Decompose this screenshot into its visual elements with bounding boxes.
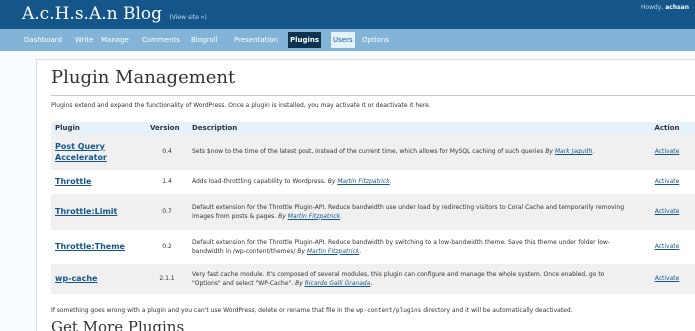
activate-link[interactable]: Activate bbox=[655, 208, 680, 215]
author-link[interactable]: Ricardo Galli Granada bbox=[305, 280, 371, 287]
author-link[interactable]: Mark Jaquith bbox=[555, 148, 593, 155]
activate-link[interactable]: Activate bbox=[655, 178, 680, 185]
plugin-description: Default extension for the Throttle Plugi… bbox=[188, 193, 638, 231]
description-text: Default extension for the Throttle Plugi… bbox=[192, 203, 625, 220]
menu-item-comments[interactable]: Comments bbox=[140, 32, 182, 48]
column-header-description: Description bbox=[188, 122, 638, 134]
plugin-action: Activate bbox=[638, 134, 695, 171]
column-header-version: Version bbox=[146, 122, 188, 134]
table-row: Throttle 1.4 Adds load-throttling capabi… bbox=[51, 170, 695, 194]
user-greeting: Howdy, achsan bbox=[641, 4, 689, 11]
admin-menu: Dashboard Write Manage Comments Blogroll… bbox=[0, 29, 695, 51]
menu-item-manage[interactable]: Manage bbox=[99, 32, 131, 48]
table-row: Post Query Accelerator 0.4 Sets $now to … bbox=[51, 134, 695, 171]
howdy-text: Howdy, bbox=[640, 4, 664, 11]
description-text: Default extension for the Throttle Plugi… bbox=[192, 238, 610, 255]
title-divider bbox=[51, 95, 695, 96]
plugins-directory-path: wp-content/plugins bbox=[356, 307, 422, 314]
note-text-before: If something goes wrong with a plugin an… bbox=[51, 307, 355, 314]
plugin-version: 0.4 bbox=[146, 134, 188, 171]
table-row: wp-cache 2.1.1 Very fast cache module. I… bbox=[51, 263, 695, 295]
menu-item-blogroll[interactable]: Blogroll bbox=[189, 32, 219, 48]
plugin-version: 0.2 bbox=[146, 230, 188, 264]
plugin-version: 1.4 bbox=[146, 170, 188, 194]
author-end: . bbox=[370, 279, 373, 287]
plugin-name: Post Query Accelerator bbox=[51, 134, 146, 171]
author-end: . bbox=[389, 178, 392, 185]
description-text: Sets $now to the time of the latest post… bbox=[192, 148, 544, 156]
column-header-action: Action bbox=[638, 122, 695, 134]
plugin-name: Throttle:Theme bbox=[51, 230, 146, 264]
author-link[interactable]: Martin Fitzpatrick bbox=[337, 178, 389, 185]
column-header-plugin: Plugin bbox=[51, 122, 146, 134]
plugin-description: Default extension for the Throttle Plugi… bbox=[188, 230, 638, 264]
page-title: Plugin Management bbox=[51, 67, 236, 88]
main-area: Plugin Management Plugins extend and exp… bbox=[0, 51, 695, 331]
blog-title-text: A.c.H.s.A.n Blog bbox=[22, 4, 163, 24]
menu-item-options[interactable]: Options bbox=[360, 32, 391, 48]
plugin-name: wp-cache bbox=[51, 263, 146, 295]
author-end: . bbox=[592, 148, 595, 156]
plugin-version: 0.7 bbox=[146, 193, 188, 231]
plugin-description: Adds load-throttling capability to Wordp… bbox=[188, 170, 638, 194]
plugin-description: Very fast cache module. It's composed of… bbox=[188, 263, 638, 295]
plugins-table: Plugin Version Description Action Post Q… bbox=[51, 122, 695, 295]
activate-link[interactable]: Activate bbox=[655, 148, 680, 155]
author-end: . bbox=[340, 212, 343, 220]
activate-link[interactable]: Activate bbox=[655, 243, 680, 250]
intro-text: Plugins extend and expand the functional… bbox=[51, 102, 431, 109]
by-label: By bbox=[297, 247, 305, 255]
description-text: Very fast cache module. It's composed of… bbox=[192, 270, 605, 287]
plugin-action: Activate bbox=[638, 230, 695, 264]
menu-item-users[interactable]: Users bbox=[331, 32, 355, 48]
menu-item-dashboard[interactable]: Dashboard bbox=[22, 32, 64, 48]
by-label: By bbox=[545, 148, 553, 156]
note-text-after: directory and it will be automatically d… bbox=[423, 307, 573, 314]
author-end: . bbox=[359, 247, 362, 255]
plugin-action: Activate bbox=[638, 263, 695, 295]
plugin-version: 2.1.1 bbox=[146, 263, 188, 295]
menu-item-plugins[interactable]: Plugins bbox=[288, 32, 322, 48]
plugin-name: Throttle:Limit bbox=[51, 193, 146, 231]
menu-item-presentation[interactable]: Presentation bbox=[232, 32, 280, 48]
get-more-plugins-heading: Get More Plugins bbox=[51, 318, 185, 331]
plugin-description: Sets $now to the time of the latest post… bbox=[188, 134, 638, 171]
blog-title: A.c.H.s.A.n Blog (View site ») bbox=[22, 4, 207, 24]
table-row: Throttle:Limit 0.7 Default extension for… bbox=[51, 193, 695, 231]
admin-header: A.c.H.s.A.n Blog (View site ») Howdy, ac… bbox=[0, 0, 695, 29]
activate-link[interactable]: Activate bbox=[655, 275, 680, 282]
author-link[interactable]: Martin Fitzpatrick bbox=[288, 213, 340, 220]
table-header-row: Plugin Version Description Action bbox=[51, 122, 695, 134]
table-row: Throttle:Theme 0.2 Default extension for… bbox=[51, 230, 695, 264]
menu-item-write[interactable]: Write bbox=[73, 32, 95, 48]
username-link[interactable]: achsan bbox=[665, 4, 689, 11]
author-link[interactable]: Martin Fitzpatrick bbox=[307, 248, 359, 255]
plugin-action: Activate bbox=[638, 170, 695, 194]
plugin-action: Activate bbox=[638, 193, 695, 231]
plugin-name: Throttle bbox=[51, 170, 146, 194]
deactivation-note: If something goes wrong with a plugin an… bbox=[51, 307, 573, 314]
description-text: Adds load-throttling capability to Wordp… bbox=[192, 178, 326, 185]
by-label: By bbox=[327, 178, 336, 185]
view-site-link[interactable]: (View site ») bbox=[169, 14, 206, 21]
by-label: By bbox=[295, 279, 303, 287]
content-panel: Plugin Management Plugins extend and exp… bbox=[36, 59, 695, 331]
by-label: By bbox=[278, 212, 286, 220]
